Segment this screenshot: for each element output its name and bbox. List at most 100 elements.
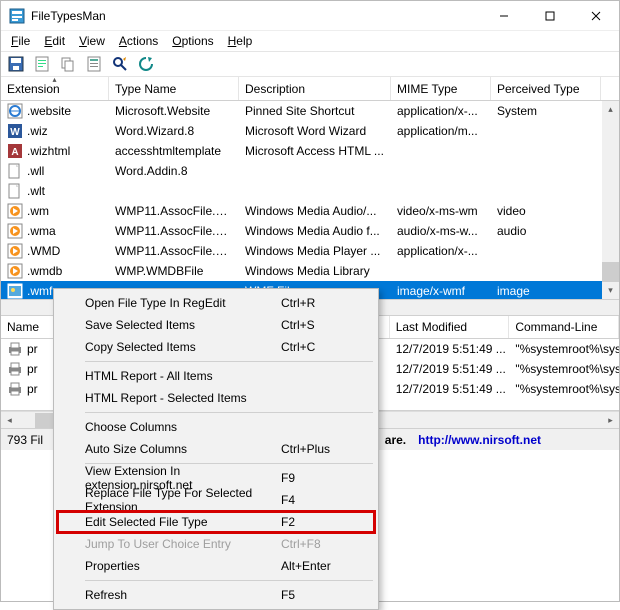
desc-cell: Microsoft Word Wizard	[239, 124, 391, 138]
type-cell: WMP.WMDBFile	[109, 264, 239, 278]
scroll-thumb[interactable]	[602, 262, 619, 282]
type-cell: Word.Wizard.8	[109, 124, 239, 138]
menu-item-label: Properties	[85, 559, 281, 573]
lower-column-last-modified[interactable]: Last Modified	[390, 316, 510, 338]
lower-column-command-line[interactable]: Command-Line	[509, 316, 619, 338]
menu-item[interactable]: RefreshF5	[57, 584, 375, 606]
scroll-up-icon[interactable]: ▴	[602, 101, 619, 118]
refresh-icon[interactable]	[135, 53, 157, 75]
menu-item[interactable]: Edit Selected File TypeF2	[57, 511, 375, 533]
nirsoft-link[interactable]: http://www.nirsoft.net	[418, 433, 541, 447]
menu-separator	[85, 412, 373, 413]
ext-cell: .wm	[1, 203, 109, 219]
menu-item[interactable]: Save Selected ItemsCtrl+S	[57, 314, 375, 336]
menu-actions[interactable]: Actions	[113, 32, 164, 50]
menu-item-shortcut: Alt+Enter	[281, 559, 351, 573]
minimize-button[interactable]	[481, 1, 527, 31]
menu-item[interactable]: Replace File Type For Selected Extension…	[57, 489, 375, 511]
close-button[interactable]	[573, 1, 619, 31]
ext-cell: W.wiz	[1, 123, 109, 139]
type-cell: Microsoft.Website	[109, 104, 239, 118]
menu-options[interactable]: Options	[166, 32, 219, 50]
scroll-down-icon[interactable]: ▾	[602, 282, 619, 299]
menu-item[interactable]: Auto Size ColumnsCtrl+Plus	[57, 438, 375, 460]
column-perceived-type[interactable]: Perceived Type	[491, 77, 601, 100]
scroll-right-icon[interactable]: ▸	[602, 415, 619, 426]
table-row[interactable]: A.wizhtmlaccesshtmltemplateMicrosoft Acc…	[1, 141, 619, 161]
table-row[interactable]: .wlt	[1, 181, 619, 201]
table-row[interactable]: .wllWord.Addin.8	[1, 161, 619, 181]
desc-cell: Microsoft Access HTML ...	[239, 144, 391, 158]
menu-item[interactable]: PropertiesAlt+Enter	[57, 555, 375, 577]
last-modified-cell: 12/7/2019 5:51:49 ...	[390, 382, 510, 396]
menu-item-shortcut: F4	[281, 493, 351, 507]
menu-view[interactable]: View	[73, 32, 111, 50]
perc-cell: image	[491, 284, 601, 298]
last-modified-cell: 12/7/2019 5:51:49 ...	[390, 342, 510, 356]
context-menu[interactable]: Open File Type In RegEditCtrl+RSave Sele…	[53, 288, 379, 610]
properties-icon[interactable]	[83, 53, 105, 75]
menu-item[interactable]: Open File Type In RegEditCtrl+R	[57, 292, 375, 314]
list-body[interactable]: ▴ ▾ .websiteMicrosoft.WebsitePinned Site…	[1, 101, 619, 299]
table-row[interactable]: .WMDWMP11.AssocFile.W...Windows Media Pl…	[1, 241, 619, 261]
menu-item-shortcut: Ctrl+F8	[281, 537, 351, 551]
sort-ascending-icon: ▴	[52, 75, 56, 84]
type-cell: WMP11.AssocFile.ASF	[109, 204, 239, 218]
find-icon[interactable]	[109, 53, 131, 75]
menu-item-label: Replace File Type For Selected Extension	[85, 486, 281, 514]
svg-text:W: W	[10, 127, 20, 138]
command-line-cell: "%systemroot%\sys	[509, 382, 619, 396]
maximize-button[interactable]	[527, 1, 573, 31]
save-icon[interactable]	[5, 53, 27, 75]
perc-cell: audio	[491, 224, 601, 238]
vertical-scrollbar[interactable]: ▴ ▾	[602, 101, 619, 299]
menu-item-label: Edit Selected File Type	[85, 515, 281, 529]
desc-cell: Windows Media Audio/...	[239, 204, 391, 218]
menu-item-label: Save Selected Items	[85, 318, 281, 332]
menu-edit[interactable]: Edit	[38, 32, 71, 50]
desc-cell: Windows Media Library	[239, 264, 391, 278]
desc-cell: Windows Media Audio f...	[239, 224, 391, 238]
menu-item[interactable]: HTML Report - All Items	[57, 365, 375, 387]
menu-help[interactable]: Help	[222, 32, 259, 50]
menu-item-shortcut: Ctrl+C	[281, 340, 351, 354]
column-description[interactable]: Description	[239, 77, 391, 100]
menu-item: Jump To User Choice EntryCtrl+F8	[57, 533, 375, 555]
menu-bar: File Edit View Actions Options Help	[1, 31, 619, 51]
menu-item-label: Choose Columns	[85, 420, 281, 434]
menu-separator	[85, 580, 373, 581]
ext-cell: .wll	[1, 163, 109, 179]
desc-cell: Pinned Site Shortcut	[239, 104, 391, 118]
column-extension[interactable]: Extension ▴	[1, 77, 109, 100]
type-cell: Word.Addin.8	[109, 164, 239, 178]
type-cell: WMP11.AssocFile.W...	[109, 244, 239, 258]
ext-cell: .website	[1, 103, 109, 119]
column-mime-type[interactable]: MIME Type	[391, 77, 491, 100]
last-modified-cell: 12/7/2019 5:51:49 ...	[390, 362, 510, 376]
table-row[interactable]: .wmWMP11.AssocFile.ASFWindows Media Audi…	[1, 201, 619, 221]
ext-cell: A.wizhtml	[1, 143, 109, 159]
ext-cell: .wma	[1, 223, 109, 239]
table-row[interactable]: .wmaWMP11.AssocFile.W...Windows Media Au…	[1, 221, 619, 241]
table-row[interactable]: .wmdbWMP.WMDBFileWindows Media Library	[1, 261, 619, 281]
ext-cell: .WMD	[1, 243, 109, 259]
html-report-icon[interactable]	[31, 53, 53, 75]
scroll-left-icon[interactable]: ◂	[1, 415, 18, 426]
copy-icon[interactable]	[57, 53, 79, 75]
menu-item[interactable]: Copy Selected ItemsCtrl+C	[57, 336, 375, 358]
window-title: FileTypesMan	[31, 9, 481, 23]
menu-item-label: Jump To User Choice Entry	[85, 537, 281, 551]
table-row[interactable]: .websiteMicrosoft.WebsitePinned Site Sho…	[1, 101, 619, 121]
table-row[interactable]: W.wizWord.Wizard.8Microsoft Word Wizarda…	[1, 121, 619, 141]
menu-item[interactable]: Choose Columns	[57, 416, 375, 438]
perc-cell: System	[491, 104, 601, 118]
menu-item-label: Open File Type In RegEdit	[85, 296, 281, 310]
perc-cell: video	[491, 204, 601, 218]
menu-file[interactable]: File	[5, 32, 36, 50]
mime-cell: application/x-...	[391, 244, 491, 258]
menu-separator	[85, 361, 373, 362]
menu-item[interactable]: HTML Report - Selected Items	[57, 387, 375, 409]
menu-item-shortcut: Ctrl+Plus	[281, 442, 351, 456]
command-line-cell: "%systemroot%\sys	[509, 342, 619, 356]
column-type-name[interactable]: Type Name	[109, 77, 239, 100]
